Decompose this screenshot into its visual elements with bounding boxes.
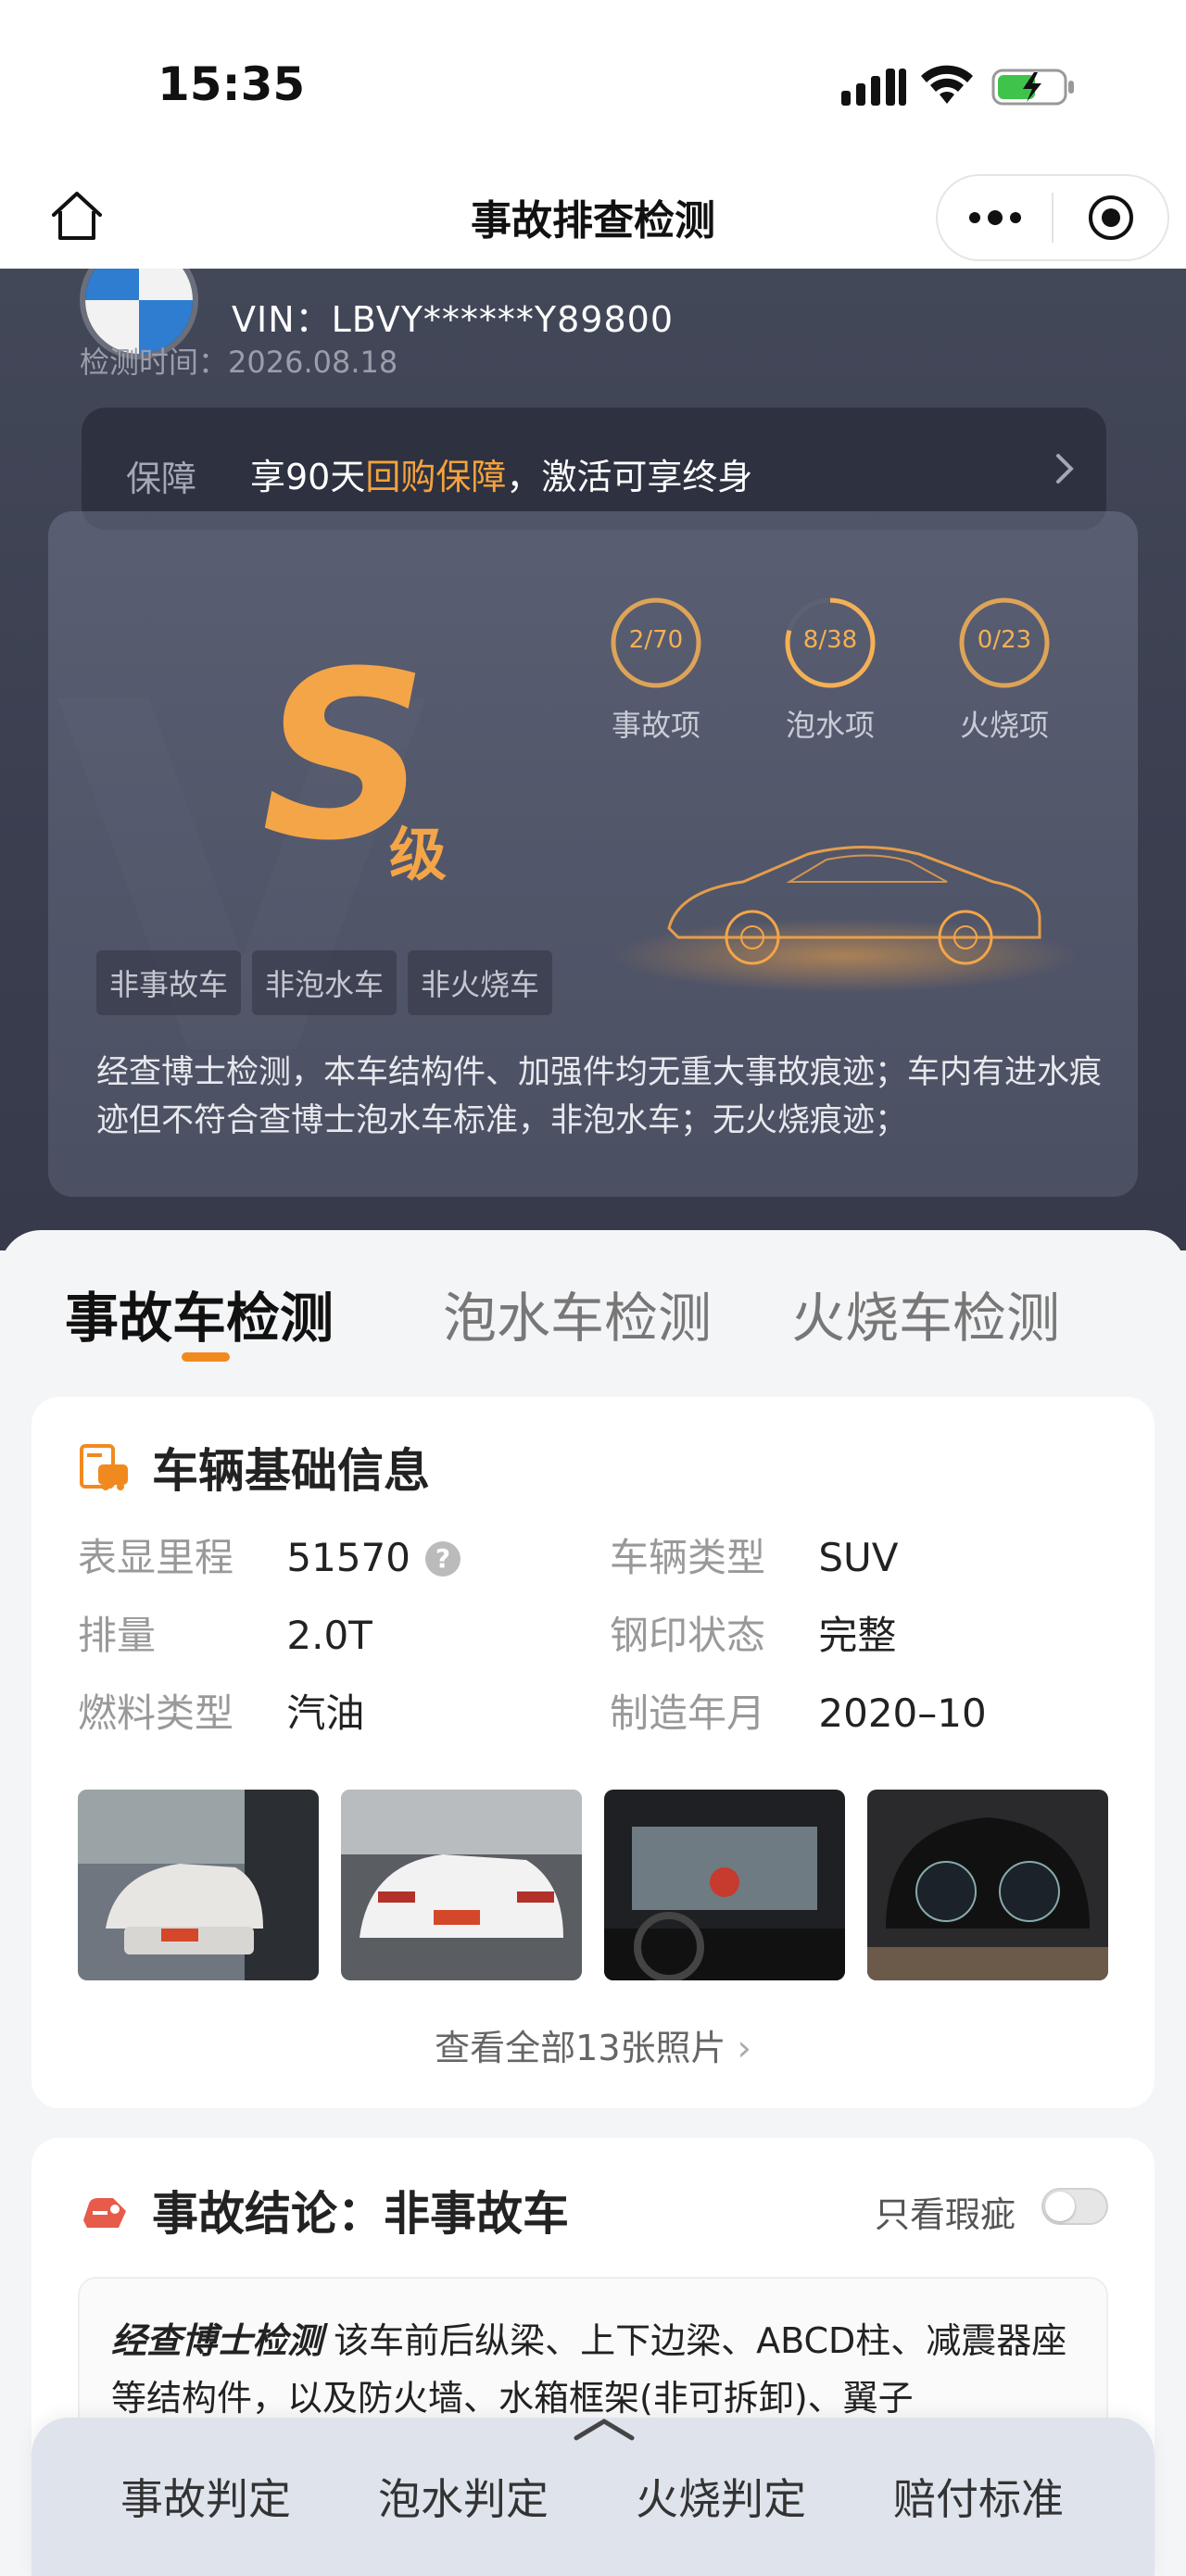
- status-bar: 15:35: [0, 0, 1186, 167]
- car-front-photo: [78, 1790, 319, 1980]
- result-tags: 非事故车 非泡水车 非火烧车: [96, 950, 553, 1015]
- report-hero: V VIN：LBVY******Y89800 检测时间：2026.08.18 保…: [0, 269, 1186, 1250]
- photo-rear[interactable]: [341, 1790, 582, 1980]
- mini-program-capsule: [936, 174, 1169, 261]
- photo-front[interactable]: [78, 1790, 319, 1980]
- more-button[interactable]: [938, 176, 1052, 259]
- info-mileage: 表显里程 51570?: [78, 1527, 461, 1583]
- car-document-icon: [80, 1444, 128, 1490]
- tag-non-fire: 非火烧车: [408, 950, 553, 1015]
- basic-info-title: 车辆基础信息: [78, 1434, 430, 1501]
- close-mini-program-button[interactable]: [1054, 176, 1167, 259]
- info-vehicle-type: 车辆类型 SUV: [610, 1535, 899, 1580]
- report-summary: 经查博士检测，本车结构件、加强件均无重大事故痕迹；车内有进水痕迹但不符合查博士泡…: [96, 1054, 1103, 1139]
- nav-flood-judgment[interactable]: 泡水判定: [378, 2466, 549, 2527]
- flood-items-ring: 8/38 泡水项: [765, 595, 895, 745]
- defects-only-toggle[interactable]: [1041, 2188, 1108, 2225]
- bottom-section-nav: 事故判定 泡水判定 火烧判定 赔付标准: [32, 2418, 1154, 2576]
- status-time: 15:35: [158, 57, 306, 111]
- flood-ring-label: 泡水项: [785, 708, 875, 743]
- car-rear-photo: [341, 1790, 582, 1980]
- car-interior-photo: [604, 1790, 845, 1980]
- battery-icon: [991, 69, 1074, 106]
- photo-interior[interactable]: [604, 1790, 845, 1980]
- chevron-right-icon: [1056, 454, 1074, 484]
- fire-ring-label: 火烧项: [959, 708, 1049, 743]
- info-displacement: 排量 2.0T: [78, 1613, 372, 1658]
- basic-info-title-text: 车辆基础信息: [152, 1444, 430, 1498]
- target-icon: [1088, 195, 1133, 240]
- flood-ring-value: 8/38: [802, 626, 858, 654]
- vehicle-photos: [78, 1790, 1108, 1980]
- photo-dashboard[interactable]: [867, 1790, 1108, 1980]
- report-detail-sheet: 事故车检测 泡水车检测 火烧车检测 车辆基础信息 表显里程 51570? 车辆类…: [0, 1230, 1186, 2576]
- tab-flood-check[interactable]: 泡水车检测: [443, 1275, 712, 1352]
- score-card: S 级 2/70 事故项 8/38 泡水项 0/23 火烧项 非事故车 非泡水车…: [48, 511, 1138, 1197]
- chevron-right-icon: ›: [737, 2028, 751, 2068]
- info-manufacture-date: 制造年月 2020–10: [610, 1690, 987, 1736]
- tag-non-flood: 非泡水车: [252, 950, 397, 1015]
- more-icon: [968, 210, 1021, 225]
- check-time: 检测时间：2026.08.18: [80, 345, 398, 380]
- help-icon[interactable]: ?: [424, 1541, 461, 1577]
- chaboshi-brand: 经查博士检测: [111, 2320, 323, 2361]
- guarantee-label: 保障: [126, 459, 197, 499]
- fire-ring-value: 0/23: [977, 626, 1032, 654]
- detection-tabs: 事故车检测 泡水车检测 火烧车检测: [0, 1230, 1186, 1378]
- car-dashboard-photo: [867, 1790, 1108, 1980]
- view-all-photos-link[interactable]: 查看全部13张照片 ›: [32, 2019, 1154, 2070]
- accident-items-ring: 2/70 事故项: [591, 595, 721, 745]
- defects-only-label: 只看瑕疵: [875, 2194, 1016, 2235]
- accident-ring-value: 2/70: [628, 626, 684, 654]
- info-fuel-type: 燃料类型 汽油: [78, 1690, 365, 1736]
- car-alert-icon: [83, 2198, 126, 2228]
- conclusion-title-text: 事故结论：非事故车: [152, 2187, 569, 2241]
- nav-bar: 事故排查检测: [0, 167, 1186, 269]
- guarantee-text: 享90天回购保障，激活可享终身: [250, 457, 753, 497]
- tab-accident-check[interactable]: 事故车检测: [65, 1275, 334, 1352]
- vin-text: VIN：LBVY******Y89800: [232, 299, 675, 340]
- nav-accident-judgment[interactable]: 事故判定: [120, 2466, 291, 2527]
- grade-suffix: 级: [389, 821, 448, 888]
- basic-info-card: 车辆基础信息 表显里程 51570? 车辆类型 SUV 排量 2.0T 钢印状态…: [32, 1397, 1154, 2108]
- guarantee-highlight: 回购保障: [365, 457, 507, 497]
- tag-non-accident: 非事故车: [96, 950, 242, 1015]
- accident-ring-label: 事故项: [611, 708, 700, 743]
- nav-compensation-standard[interactable]: 赔付标准: [893, 2466, 1064, 2527]
- wifi-icon: [921, 65, 973, 104]
- info-stamp-status: 钢印状态 完整: [610, 1613, 897, 1658]
- signal-icon: [841, 69, 906, 106]
- conclusion-title: 事故结论：非事故车: [78, 2177, 569, 2243]
- active-tab-indicator: [182, 1352, 230, 1362]
- chevron-up-icon[interactable]: [567, 2410, 641, 2447]
- car-hologram-icon: [613, 846, 1077, 993]
- nav-fire-judgment[interactable]: 火烧判定: [636, 2466, 806, 2527]
- fire-items-ring: 0/23 火烧项: [940, 595, 1069, 745]
- tab-fire-check[interactable]: 火烧车检测: [791, 1275, 1060, 1352]
